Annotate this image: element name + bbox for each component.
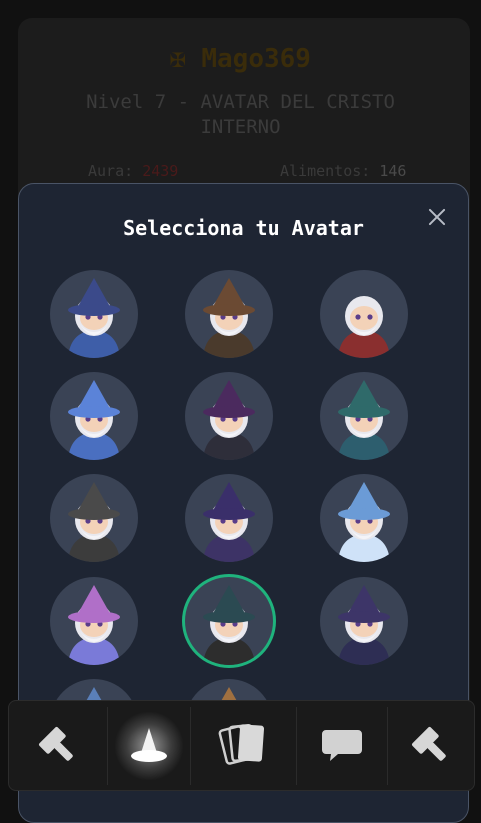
avatar-option-wizard-blue-hat-stars[interactable] [50, 270, 138, 358]
avatar-option-wizard-pink-hat[interactable] [50, 577, 138, 665]
nav-item-chat[interactable] [297, 701, 387, 790]
hammer-icon [39, 726, 73, 761]
avatar-option-wizard-white-hair-red-robe[interactable] [320, 270, 408, 358]
food-value: 146 [379, 162, 407, 180]
nav-item-cards[interactable] [191, 701, 296, 790]
nav-item-wizard[interactable] [108, 701, 190, 790]
aura-value: 2439 [142, 162, 179, 180]
wizard-hat-icon [131, 727, 167, 762]
profile-title: ✠ Mago369 [170, 44, 311, 74]
food-stat: Alimentos: 146 [280, 162, 406, 180]
aura-stat: Aura: 2439 [88, 162, 178, 180]
nav-item-hammer-left[interactable] [9, 701, 107, 790]
bottom-nav [8, 700, 475, 791]
hammer-icon [412, 726, 446, 761]
close-icon[interactable] [426, 206, 448, 228]
aura-label: Aura: [88, 162, 134, 180]
modal-title: Selecciona tu Avatar [123, 216, 364, 240]
avatar-option-wizard-purple-hat-wand[interactable] [320, 577, 408, 665]
avatar-option-wizard-teal-robe-glasses[interactable] [320, 372, 408, 460]
chat-bubble-icon [322, 729, 362, 761]
avatar-option-wizard-purple-hat-dark[interactable] [185, 372, 273, 460]
avatar-option-wizard-ice-blue-robe[interactable] [320, 474, 408, 562]
profile-level: Nivel 7 - AVATAR DEL CRISTO INTERNO [86, 91, 395, 138]
cards-icon [218, 723, 264, 765]
avatar-option-wizard-teal-hat-selected[interactable] [185, 577, 273, 665]
avatar-option-wizard-grey-hood-staff[interactable] [50, 474, 138, 562]
food-label: Alimentos: [280, 162, 371, 180]
avatar-option-wizard-blue-robe-staff[interactable] [50, 372, 138, 460]
nav-item-hammer-right[interactable] [388, 701, 474, 790]
avatar-option-wizard-brown-hat[interactable] [185, 270, 273, 358]
avatar-option-wizard-purple-hat-girl[interactable] [185, 474, 273, 562]
